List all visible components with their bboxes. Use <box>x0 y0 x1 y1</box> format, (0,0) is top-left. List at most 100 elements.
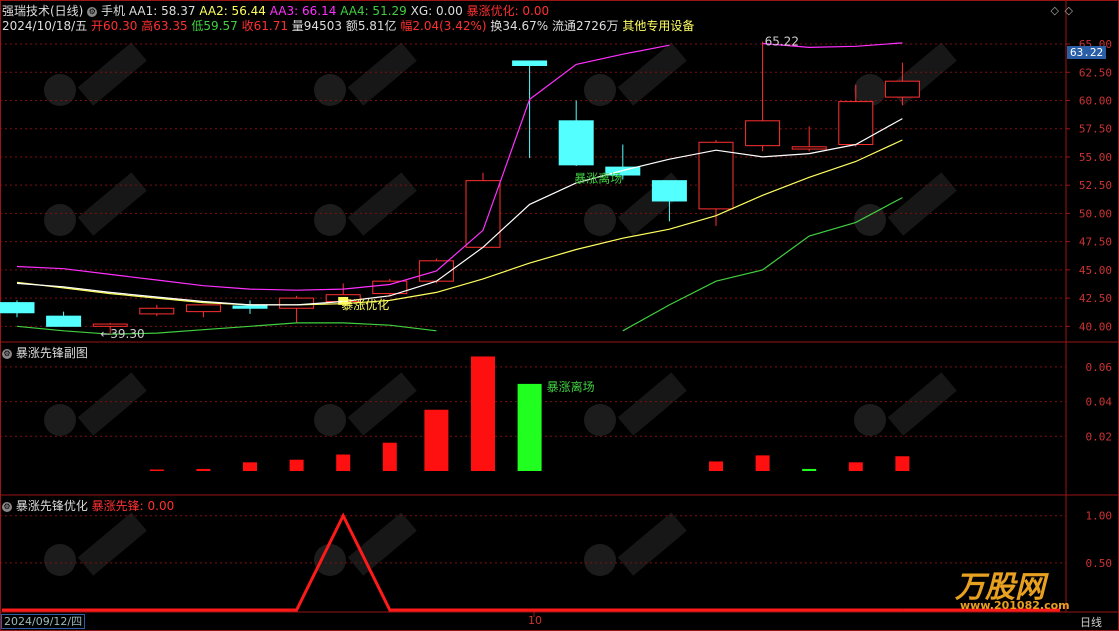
sub-panel-1-header: ⚙ 暴涨先锋副图 <box>2 345 88 361</box>
amount-label: 额5.81亿 <box>345 19 397 33</box>
collapse-icon[interactable]: ◇ <box>1065 4 1073 17</box>
open-label: 开60.30 <box>91 19 138 33</box>
sub-panel-1-title[interactable]: 暴涨先锋副图 <box>16 346 88 360</box>
indicator-bar <box>848 462 863 471</box>
watermark-logo-mark <box>887 372 957 436</box>
watermark-layer <box>44 42 957 576</box>
y-tick-label: 50.00 <box>1079 207 1112 220</box>
menu-label[interactable]: 手机 <box>101 4 125 18</box>
industry-label[interactable]: 其他专用设备 <box>622 19 694 33</box>
indicator-bar <box>895 456 910 471</box>
chart-annotation: 暴涨优化 <box>341 297 389 312</box>
candle-body <box>465 180 501 248</box>
watermark-logo-mark <box>77 172 147 236</box>
panel-settings-icon[interactable]: ⚙ <box>2 348 12 359</box>
aa1-value: AA1: 58.37 <box>128 4 196 18</box>
aa2-value: AA2: 56.44 <box>199 4 266 18</box>
chart-canvas: 暴涨优化暴涨离场←39.3065.22 暴涨离场 40.0042.5045.00… <box>0 0 1119 631</box>
watermark-logo-mark <box>584 74 616 106</box>
bar-annotation: 暴涨离场 <box>547 379 595 394</box>
amplitude-label: 幅2.04(3.42%) <box>400 19 487 33</box>
candle-body <box>512 60 548 66</box>
y-tick-label: 52.50 <box>1079 179 1112 192</box>
y-tick-label: 0.04 <box>1086 396 1113 409</box>
watermark-logo-mark <box>617 512 687 576</box>
grid-layer <box>0 43 1066 564</box>
header-row-1: 强瑞技术(日线) ⚙ 手机 AA1: 58.37 AA2: 56.44 AA3:… <box>2 3 549 19</box>
aa3-value: AA3: 66.14 <box>269 4 337 18</box>
chart-annotation: ←39.30 <box>100 327 144 341</box>
sub-panel-2-header: ⚙ 暴涨先锋优化 暴涨先锋: 0.00 <box>2 498 174 514</box>
y-tick-label: 47.50 <box>1079 236 1112 249</box>
chart-annotation: 65.22 <box>765 35 799 49</box>
watermark-logo-mark <box>77 42 147 106</box>
ma-white-line <box>16 118 903 306</box>
candle-body <box>232 305 268 309</box>
y-tick-label: 40.00 <box>1079 320 1112 333</box>
indicator-bar <box>149 469 164 471</box>
candle-body <box>46 315 82 327</box>
indicator-bar <box>336 454 351 471</box>
indicator-bar <box>709 461 723 471</box>
sub-chart-1: 暴涨离场 <box>149 356 910 471</box>
indicator-bar <box>755 455 770 471</box>
ma-magenta-line <box>16 42 903 291</box>
watermark-logo-mark <box>44 74 76 106</box>
watermark-logo-mark <box>854 404 886 436</box>
watermark-logo-mark <box>44 544 76 576</box>
candle-body <box>0 302 35 314</box>
chart-annotation: 暴涨离场 <box>574 170 622 185</box>
watermark-logo-mark <box>314 404 346 436</box>
y-tick-label: 62.50 <box>1079 66 1112 79</box>
watermark-logo-mark <box>77 372 147 436</box>
outer-frame <box>0 0 1119 631</box>
stock-title[interactable]: 强瑞技术(日线) <box>2 4 83 18</box>
indicator-bar <box>196 468 211 471</box>
y-tick-label: 0.02 <box>1086 430 1113 443</box>
indicator-bar <box>802 468 817 471</box>
settings-icon[interactable]: ⚙ <box>87 6 98 17</box>
candle-body <box>279 297 315 309</box>
sub-panel-2-value: 暴涨先锋: 0.00 <box>91 499 175 513</box>
turnover-label: 换34.67% <box>490 19 549 33</box>
watermark-logo-mark <box>584 544 616 576</box>
low-label: 低59.57 <box>191 19 238 33</box>
y-tick-label: 42.50 <box>1079 292 1112 305</box>
y-tick-label: 45.00 <box>1079 264 1112 277</box>
period-label[interactable]: 日线 <box>1080 614 1102 630</box>
y-tick-label: 55.00 <box>1079 151 1112 164</box>
y-tick-label: 0.06 <box>1086 361 1113 374</box>
diamond-icon[interactable]: ◇ <box>1051 4 1059 17</box>
watermark-logo-mark <box>314 74 346 106</box>
watermark-logo-mark <box>584 404 616 436</box>
candle-body <box>139 307 175 315</box>
indicator-bar <box>424 409 449 471</box>
volume-label: 量94503 <box>291 19 342 33</box>
candle-body <box>558 120 594 166</box>
candle-body <box>884 80 920 98</box>
candle-body <box>791 146 827 150</box>
y-tick-label: 0.50 <box>1086 557 1113 570</box>
watermark-logo-mark <box>77 512 147 576</box>
candle-body <box>745 120 781 147</box>
indicator-bar <box>243 462 257 471</box>
watermark-logo-mark <box>314 204 346 236</box>
indicator-bar <box>517 383 542 471</box>
current-price-tag: 63.22 <box>1067 46 1107 59</box>
high-label: 高63.35 <box>141 19 188 33</box>
month-tick-label: 10 <box>528 614 542 627</box>
float-label: 流通2726万 <box>552 19 619 33</box>
indicator-bar <box>289 459 304 471</box>
brand-url-text: www.201082.com <box>960 599 1070 612</box>
watermark-logo-mark <box>44 404 76 436</box>
panel-settings-icon[interactable]: ⚙ <box>2 501 12 512</box>
sub-panel-2-title[interactable]: 暴涨先锋优化 <box>16 499 88 513</box>
frames-layer <box>0 0 1119 631</box>
watermark-logo-mark <box>584 204 616 236</box>
candle-body <box>92 323 128 327</box>
watermark-logo-mark <box>347 42 417 106</box>
indicator-bar <box>471 356 495 471</box>
header-row-2: 2024/10/18/五 开60.30 高63.35 低59.57 收61.71… <box>2 18 694 34</box>
watermark-logo-mark <box>314 544 346 576</box>
close-label: 收61.71 <box>241 19 288 33</box>
